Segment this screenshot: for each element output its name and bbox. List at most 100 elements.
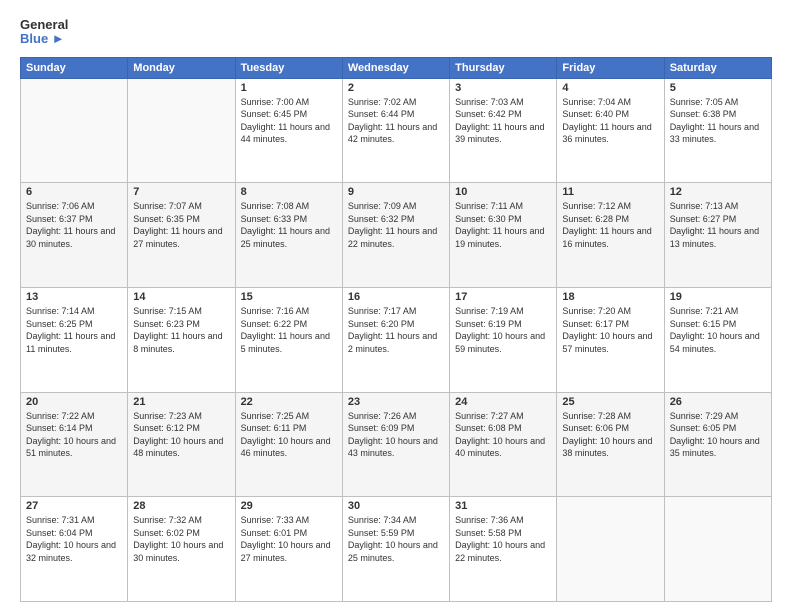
calendar-cell: 19 Sunrise: 7:21 AMSunset: 6:15 PMDaylig… [664, 287, 771, 392]
calendar-cell: 21 Sunrise: 7:23 AMSunset: 6:12 PMDaylig… [128, 392, 235, 497]
calendar-cell: 1 Sunrise: 7:00 AMSunset: 6:45 PMDayligh… [235, 78, 342, 183]
day-detail: Sunrise: 7:15 AMSunset: 6:23 PMDaylight:… [133, 306, 222, 354]
weekday-header-monday: Monday [128, 57, 235, 78]
day-number: 17 [455, 291, 551, 303]
day-detail: Sunrise: 7:20 AMSunset: 6:17 PMDaylight:… [562, 306, 652, 354]
day-detail: Sunrise: 7:12 AMSunset: 6:28 PMDaylight:… [562, 201, 651, 249]
day-number: 31 [455, 500, 551, 512]
day-number: 6 [26, 186, 122, 198]
day-number: 11 [562, 186, 658, 198]
day-number: 2 [348, 82, 444, 94]
day-number: 9 [348, 186, 444, 198]
day-number: 8 [241, 186, 337, 198]
calendar-cell: 31 Sunrise: 7:36 AMSunset: 5:58 PMDaylig… [450, 497, 557, 602]
weekday-header-tuesday: Tuesday [235, 57, 342, 78]
calendar-cell: 11 Sunrise: 7:12 AMSunset: 6:28 PMDaylig… [557, 183, 664, 288]
day-number: 29 [241, 500, 337, 512]
day-detail: Sunrise: 7:14 AMSunset: 6:25 PMDaylight:… [26, 306, 115, 354]
day-number: 12 [670, 186, 766, 198]
calendar-table: SundayMondayTuesdayWednesdayThursdayFrid… [20, 57, 772, 602]
week-row-1: 1 Sunrise: 7:00 AMSunset: 6:45 PMDayligh… [21, 78, 772, 183]
header: General Blue ► [20, 18, 772, 47]
calendar-cell: 9 Sunrise: 7:09 AMSunset: 6:32 PMDayligh… [342, 183, 449, 288]
day-detail: Sunrise: 7:27 AMSunset: 6:08 PMDaylight:… [455, 411, 545, 459]
calendar-cell: 7 Sunrise: 7:07 AMSunset: 6:35 PMDayligh… [128, 183, 235, 288]
day-number: 7 [133, 186, 229, 198]
calendar-cell: 2 Sunrise: 7:02 AMSunset: 6:44 PMDayligh… [342, 78, 449, 183]
calendar-cell: 30 Sunrise: 7:34 AMSunset: 5:59 PMDaylig… [342, 497, 449, 602]
day-detail: Sunrise: 7:23 AMSunset: 6:12 PMDaylight:… [133, 411, 223, 459]
day-detail: Sunrise: 7:00 AMSunset: 6:45 PMDaylight:… [241, 97, 330, 145]
page: General Blue ► SundayMondayTuesdayWednes… [0, 0, 792, 612]
calendar-cell: 27 Sunrise: 7:31 AMSunset: 6:04 PMDaylig… [21, 497, 128, 602]
day-detail: Sunrise: 7:33 AMSunset: 6:01 PMDaylight:… [241, 515, 331, 563]
calendar-cell [21, 78, 128, 183]
weekday-header-thursday: Thursday [450, 57, 557, 78]
calendar-cell: 5 Sunrise: 7:05 AMSunset: 6:38 PMDayligh… [664, 78, 771, 183]
day-detail: Sunrise: 7:09 AMSunset: 6:32 PMDaylight:… [348, 201, 437, 249]
weekday-header-saturday: Saturday [664, 57, 771, 78]
day-number: 25 [562, 396, 658, 408]
day-detail: Sunrise: 7:03 AMSunset: 6:42 PMDaylight:… [455, 97, 544, 145]
day-detail: Sunrise: 7:31 AMSunset: 6:04 PMDaylight:… [26, 515, 116, 563]
logo-general: General [20, 18, 68, 32]
day-detail: Sunrise: 7:11 AMSunset: 6:30 PMDaylight:… [455, 201, 544, 249]
day-detail: Sunrise: 7:32 AMSunset: 6:02 PMDaylight:… [133, 515, 223, 563]
day-detail: Sunrise: 7:17 AMSunset: 6:20 PMDaylight:… [348, 306, 437, 354]
day-number: 1 [241, 82, 337, 94]
day-number: 3 [455, 82, 551, 94]
day-detail: Sunrise: 7:16 AMSunset: 6:22 PMDaylight:… [241, 306, 330, 354]
day-number: 4 [562, 82, 658, 94]
calendar-cell: 17 Sunrise: 7:19 AMSunset: 6:19 PMDaylig… [450, 287, 557, 392]
calendar-cell: 20 Sunrise: 7:22 AMSunset: 6:14 PMDaylig… [21, 392, 128, 497]
day-number: 24 [455, 396, 551, 408]
day-detail: Sunrise: 7:13 AMSunset: 6:27 PMDaylight:… [670, 201, 759, 249]
week-row-2: 6 Sunrise: 7:06 AMSunset: 6:37 PMDayligh… [21, 183, 772, 288]
calendar-cell: 4 Sunrise: 7:04 AMSunset: 6:40 PMDayligh… [557, 78, 664, 183]
day-number: 15 [241, 291, 337, 303]
day-number: 10 [455, 186, 551, 198]
day-detail: Sunrise: 7:22 AMSunset: 6:14 PMDaylight:… [26, 411, 116, 459]
day-detail: Sunrise: 7:26 AMSunset: 6:09 PMDaylight:… [348, 411, 438, 459]
day-detail: Sunrise: 7:04 AMSunset: 6:40 PMDaylight:… [562, 97, 651, 145]
day-detail: Sunrise: 7:28 AMSunset: 6:06 PMDaylight:… [562, 411, 652, 459]
day-detail: Sunrise: 7:05 AMSunset: 6:38 PMDaylight:… [670, 97, 759, 145]
calendar-cell [128, 78, 235, 183]
calendar-cell [557, 497, 664, 602]
weekday-header-friday: Friday [557, 57, 664, 78]
day-detail: Sunrise: 7:02 AMSunset: 6:44 PMDaylight:… [348, 97, 437, 145]
day-number: 5 [670, 82, 766, 94]
day-number: 28 [133, 500, 229, 512]
calendar-cell: 10 Sunrise: 7:11 AMSunset: 6:30 PMDaylig… [450, 183, 557, 288]
calendar-cell: 13 Sunrise: 7:14 AMSunset: 6:25 PMDaylig… [21, 287, 128, 392]
day-number: 14 [133, 291, 229, 303]
day-detail: Sunrise: 7:34 AMSunset: 5:59 PMDaylight:… [348, 515, 438, 563]
calendar-cell: 23 Sunrise: 7:26 AMSunset: 6:09 PMDaylig… [342, 392, 449, 497]
day-detail: Sunrise: 7:36 AMSunset: 5:58 PMDaylight:… [455, 515, 545, 563]
week-row-5: 27 Sunrise: 7:31 AMSunset: 6:04 PMDaylig… [21, 497, 772, 602]
weekday-header-sunday: Sunday [21, 57, 128, 78]
day-detail: Sunrise: 7:21 AMSunset: 6:15 PMDaylight:… [670, 306, 760, 354]
calendar-cell: 16 Sunrise: 7:17 AMSunset: 6:20 PMDaylig… [342, 287, 449, 392]
day-number: 13 [26, 291, 122, 303]
day-number: 19 [670, 291, 766, 303]
calendar-cell: 25 Sunrise: 7:28 AMSunset: 6:06 PMDaylig… [557, 392, 664, 497]
calendar-cell: 28 Sunrise: 7:32 AMSunset: 6:02 PMDaylig… [128, 497, 235, 602]
calendar-cell: 24 Sunrise: 7:27 AMSunset: 6:08 PMDaylig… [450, 392, 557, 497]
day-number: 20 [26, 396, 122, 408]
calendar-cell: 29 Sunrise: 7:33 AMSunset: 6:01 PMDaylig… [235, 497, 342, 602]
week-row-3: 13 Sunrise: 7:14 AMSunset: 6:25 PMDaylig… [21, 287, 772, 392]
calendar-cell: 22 Sunrise: 7:25 AMSunset: 6:11 PMDaylig… [235, 392, 342, 497]
day-detail: Sunrise: 7:08 AMSunset: 6:33 PMDaylight:… [241, 201, 330, 249]
calendar-cell: 6 Sunrise: 7:06 AMSunset: 6:37 PMDayligh… [21, 183, 128, 288]
day-number: 30 [348, 500, 444, 512]
calendar-cell: 12 Sunrise: 7:13 AMSunset: 6:27 PMDaylig… [664, 183, 771, 288]
week-row-4: 20 Sunrise: 7:22 AMSunset: 6:14 PMDaylig… [21, 392, 772, 497]
day-detail: Sunrise: 7:07 AMSunset: 6:35 PMDaylight:… [133, 201, 222, 249]
calendar-cell: 26 Sunrise: 7:29 AMSunset: 6:05 PMDaylig… [664, 392, 771, 497]
calendar-cell: 14 Sunrise: 7:15 AMSunset: 6:23 PMDaylig… [128, 287, 235, 392]
calendar-cell: 3 Sunrise: 7:03 AMSunset: 6:42 PMDayligh… [450, 78, 557, 183]
calendar-cell: 18 Sunrise: 7:20 AMSunset: 6:17 PMDaylig… [557, 287, 664, 392]
weekday-header-row: SundayMondayTuesdayWednesdayThursdayFrid… [21, 57, 772, 78]
day-detail: Sunrise: 7:25 AMSunset: 6:11 PMDaylight:… [241, 411, 331, 459]
